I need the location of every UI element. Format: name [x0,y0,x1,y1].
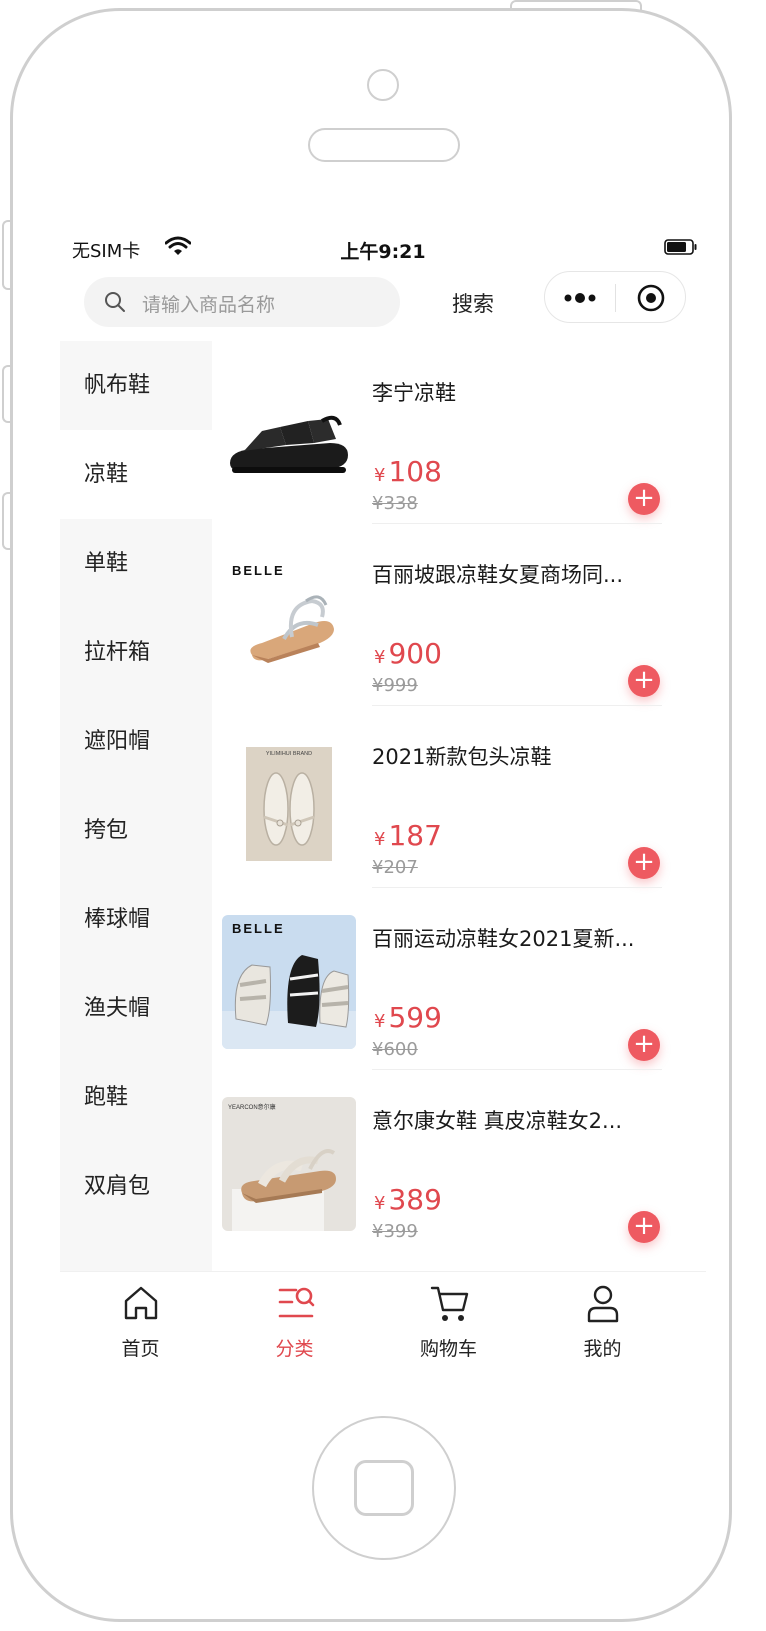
tab-label: 我的 [583,1338,622,1360]
product-name: 2021新款包头凉鞋 [372,745,552,769]
yearcon-leather-sandal-image: YEARCON意尔康 [222,1097,356,1231]
search-button[interactable]: 搜索 [452,288,494,318]
earpiece-speaker [308,128,460,162]
category-item[interactable]: 单鞋 [60,519,212,608]
currency-symbol: ¥ [374,1193,386,1214]
tab-home[interactable]: 首页 [60,1272,221,1374]
category-item[interactable]: 渔夫帽 [60,964,212,1053]
product-price: ¥187 [374,819,442,852]
product-name: 百丽运动凉鞋女2021夏新... [372,927,635,951]
category-sidebar: 帆布鞋 凉鞋 单鞋 拉杆箱 遮阳帽 挎包 棒球帽 渔夫帽 跑鞋 双肩包 [60,341,212,1271]
status-bar: 无SIM卡 上午9:21 [60,231,706,271]
currency-symbol: ¥ [374,465,386,486]
category-item[interactable]: 挎包 [60,786,212,875]
add-to-cart-button[interactable]: + [628,847,660,879]
brand-label: YILIMIHUI BRAND [266,751,312,757]
product-price: ¥900 [374,637,442,670]
original-price: ¥600 [372,1039,418,1060]
original-price: ¥999 [372,675,418,696]
tab-category[interactable]: 分类 [214,1272,375,1374]
product-price: ¥599 [374,1001,442,1034]
product-image: YILIMIHUI BRAND [222,733,356,867]
category-item[interactable]: 棒球帽 [60,875,212,964]
add-to-cart-button[interactable]: + [628,1029,660,1061]
product-card[interactable]: BELLE 百丽运动凉鞋女2021夏新... ¥599 ¥600 + [212,887,706,1070]
clock: 上午9:21 [340,241,426,263]
add-to-cart-button[interactable]: + [628,483,660,515]
original-price: ¥399 [372,1221,418,1242]
price-value: 599 [388,1001,442,1034]
category-item[interactable]: 拉杆箱 [60,608,212,697]
category-item[interactable]: 帆布鞋 [60,341,212,430]
product-image: BELLE [222,551,356,685]
category-search-icon [278,1287,315,1318]
category-item[interactable]: 跑鞋 [60,1053,212,1142]
bottom-tab-bar: 首页 分类 购物车 我的 [60,1271,706,1374]
currency-symbol: ¥ [374,1011,386,1032]
belle-wedge-sandal-image: BELLE [222,551,356,685]
product-image: YEARCON意尔康 [222,1097,356,1231]
currency-symbol: ¥ [374,647,386,668]
home-button-square-icon [354,1460,414,1516]
original-price: ¥207 [372,857,418,878]
app-screen: 无SIM卡 上午9:21 请输入商品名称 搜索 帆布鞋 凉鞋 单鞋 拉杆箱 遮阳… [60,231,706,1374]
search-input[interactable]: 请输入商品名称 [84,277,400,327]
tab-label: 分类 [275,1338,314,1360]
user-icon [587,1285,619,1323]
search-placeholder: 请输入商品名称 [142,294,276,316]
cart-icon [430,1286,469,1321]
tab-label: 首页 [121,1338,160,1360]
product-card[interactable]: 李宁凉鞋 ¥108 ¥338 + [212,341,706,524]
product-price: ¥108 [374,455,442,488]
black-sandal-image [222,369,356,503]
product-card[interactable]: YILIMIHUI BRAND 2021新款包头凉鞋 ¥187 ¥207 + [212,705,706,888]
search-icon [105,292,125,312]
tab-cart[interactable]: 购物车 [368,1272,529,1374]
product-name: 百丽坡跟凉鞋女夏商场同... [372,563,624,587]
belle-sport-sandal-image: BELLE [222,915,356,1049]
product-price: ¥389 [374,1183,442,1216]
category-item[interactable]: 遮阳帽 [60,697,212,786]
add-to-cart-button[interactable]: + [628,665,660,697]
currency-symbol: ¥ [374,829,386,850]
product-name: 意尔康女鞋 真皮凉鞋女2... [372,1109,623,1133]
category-item[interactable]: 双肩包 [60,1142,212,1231]
product-card[interactable]: BELLE 百丽坡跟凉鞋女夏商场同... ¥900 ¥999 + [212,523,706,706]
battery-icon [664,239,697,255]
close-miniprogram-icon[interactable] [636,283,666,313]
price-value: 389 [388,1183,442,1216]
front-camera [367,69,399,101]
category-item-active[interactable]: 凉鞋 [60,430,212,519]
home-icon [124,1286,158,1320]
brand-logo: BELLE [232,563,285,578]
add-to-cart-button[interactable]: + [628,1211,660,1243]
original-price: ¥338 [372,493,418,514]
closed-toe-sandal-image: YILIMIHUI BRAND [222,733,356,867]
product-image [222,369,356,503]
tab-label: 购物车 [419,1338,477,1360]
brand-logo: BELLE [232,921,285,936]
brand-logo: YEARCON意尔康 [228,1103,276,1111]
product-list: 李宁凉鞋 ¥108 ¥338 + BELLE 百丽坡跟凉鞋女夏商场同... ¥ [212,341,706,1271]
product-image: BELLE [222,915,356,1049]
price-value: 108 [388,455,442,488]
capsule-divider [615,284,616,312]
price-value: 900 [388,637,442,670]
product-card[interactable]: YEARCON意尔康 意尔康女鞋 真皮凉鞋女2... ¥389 ¥399 + [212,1069,706,1251]
product-name: 李宁凉鞋 [372,381,456,405]
price-value: 187 [388,819,442,852]
tab-mine[interactable]: 我的 [522,1272,683,1374]
more-icon[interactable] [563,288,597,308]
mini-program-capsule [544,271,686,323]
